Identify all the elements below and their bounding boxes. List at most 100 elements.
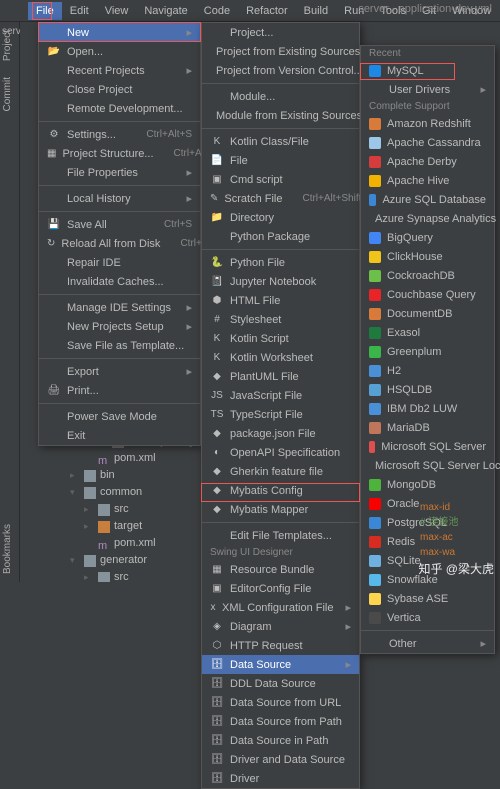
- menu-item[interactable]: 🗄Data Source from URL: [202, 693, 359, 712]
- menu-item[interactable]: Vertica: [361, 608, 494, 627]
- menu-item[interactable]: Microsoft SQL Server LocalDB: [361, 456, 494, 475]
- menu-item[interactable]: New▸: [39, 23, 200, 42]
- menu-file[interactable]: File: [28, 2, 62, 20]
- menu-item[interactable]: KKotlin Worksheet: [202, 348, 359, 367]
- tree-item[interactable]: ▸src: [84, 501, 200, 518]
- menu-item[interactable]: IBM Db2 LUW: [361, 399, 494, 418]
- menu-item[interactable]: 📄File: [202, 151, 359, 170]
- menu-edit[interactable]: Edit: [62, 2, 97, 20]
- menu-item[interactable]: ▣Cmd script: [202, 170, 359, 189]
- menu-item[interactable]: ▦Project Structure...Ctrl+Alt+Shift+S: [39, 144, 200, 163]
- menu-item[interactable]: 🗄Driver: [202, 769, 359, 788]
- menu-item[interactable]: ↻Reload All from DiskCtrl+Alt+Y: [39, 234, 200, 253]
- tool-tab-bookmarks[interactable]: Bookmarks: [0, 516, 15, 582]
- menu-item[interactable]: MongoDB: [361, 475, 494, 494]
- menu-item[interactable]: ▦Resource Bundle: [202, 560, 359, 579]
- menu-navigate[interactable]: Navigate: [136, 2, 195, 20]
- menu-item[interactable]: Azure Synapse Analytics: [361, 209, 494, 228]
- menu-build[interactable]: Build: [296, 2, 336, 20]
- menu-item[interactable]: ◈Diagram▸: [202, 617, 359, 636]
- menu-item[interactable]: ◆Mybatis Config: [202, 481, 359, 500]
- menu-item[interactable]: 🐍Python File: [202, 253, 359, 272]
- menu-item[interactable]: ◆package.json File: [202, 424, 359, 443]
- menu-item[interactable]: ◆Mybatis Mapper: [202, 500, 359, 519]
- tree-item[interactable]: ▾generator: [70, 552, 200, 569]
- menu-item[interactable]: DocumentDB: [361, 304, 494, 323]
- menu-item[interactable]: MariaDB: [361, 418, 494, 437]
- menu-item[interactable]: 📓Jupyter Notebook: [202, 272, 359, 291]
- menu-item[interactable]: ▣EditorConfig File: [202, 579, 359, 598]
- menu-item[interactable]: Close Project: [39, 80, 200, 99]
- menu-item[interactable]: New Projects Setup▸: [39, 317, 200, 336]
- menu-item[interactable]: KKotlin Class/File: [202, 132, 359, 151]
- menu-item[interactable]: HSQLDB: [361, 380, 494, 399]
- menu-item[interactable]: ◆Gherkin feature file: [202, 462, 359, 481]
- menu-item[interactable]: 🗄Driver and Data Source: [202, 750, 359, 769]
- tool-tab-commit[interactable]: Commit: [0, 69, 15, 119]
- menu-item[interactable]: ClickHouse: [361, 247, 494, 266]
- menu-item[interactable]: 🗄Data Source in Path: [202, 731, 359, 750]
- menu-item[interactable]: Module...: [202, 87, 359, 106]
- tree-item[interactable]: ▸src: [84, 569, 200, 582]
- tree-item[interactable]: mpom.xml: [84, 535, 200, 552]
- tree-item[interactable]: mpom.xml: [84, 450, 200, 467]
- menu-item[interactable]: ✎Scratch FileCtrl+Alt+Shift+Insert: [202, 189, 359, 208]
- menu-item[interactable]: Apache Hive: [361, 171, 494, 190]
- menu-item[interactable]: #Stylesheet: [202, 310, 359, 329]
- menu-item[interactable]: Amazon Redshift: [361, 114, 494, 133]
- menu-item[interactable]: Remote Development...: [39, 99, 200, 118]
- menu-item[interactable]: ⬢HTML File: [202, 291, 359, 310]
- menu-item[interactable]: KKotlin Script: [202, 329, 359, 348]
- menu-item[interactable]: 🗄Data Source▸: [202, 655, 359, 674]
- menu-item[interactable]: Project from Version Control...: [202, 61, 359, 80]
- menu-item[interactable]: Power Save Mode: [39, 407, 200, 426]
- tree-item[interactable]: ▾common: [70, 484, 200, 501]
- menu-item[interactable]: ⬡HTTP Request: [202, 636, 359, 655]
- menu-item[interactable]: xXML Configuration File▸: [202, 598, 359, 617]
- menu-view[interactable]: View: [97, 2, 137, 20]
- menu-item[interactable]: Save File as Template...: [39, 336, 200, 355]
- menu-item[interactable]: User Drivers▸: [361, 80, 494, 99]
- menu-item[interactable]: ◐OpenAPI Specification: [202, 443, 359, 462]
- menu-item[interactable]: Exit: [39, 426, 200, 445]
- menu-item[interactable]: H2: [361, 361, 494, 380]
- menu-item[interactable]: Sybase ASE: [361, 589, 494, 608]
- menu-item[interactable]: Azure SQL Database: [361, 190, 494, 209]
- tree-item[interactable]: ▸target: [84, 518, 200, 535]
- menu-item[interactable]: JSJavaScript File: [202, 386, 359, 405]
- menu-item[interactable]: Export▸: [39, 362, 200, 381]
- menu-item[interactable]: 🗄DDL Data Source: [202, 674, 359, 693]
- menu-item[interactable]: Microsoft SQL Server: [361, 437, 494, 456]
- menu-item[interactable]: Project...: [202, 23, 359, 42]
- menu-item[interactable]: Invalidate Caches...: [39, 272, 200, 291]
- menu-item[interactable]: Recent Projects▸: [39, 61, 200, 80]
- menu-item[interactable]: Module from Existing Sources...: [202, 106, 359, 125]
- menu-item[interactable]: Local History▸: [39, 189, 200, 208]
- menu-item[interactable]: Python Package: [202, 227, 359, 246]
- menu-item[interactable]: Edit File Templates...: [202, 526, 359, 545]
- menu-item[interactable]: Manage IDE Settings▸: [39, 298, 200, 317]
- menu-item[interactable]: 🗄Data Source from Path: [202, 712, 359, 731]
- menu-item[interactable]: TSTypeScript File: [202, 405, 359, 424]
- menu-item[interactable]: 💾Save AllCtrl+S: [39, 215, 200, 234]
- menu-item[interactable]: Exasol: [361, 323, 494, 342]
- menu-item[interactable]: 🖨Print...: [39, 381, 200, 400]
- menu-item[interactable]: MySQL: [361, 61, 494, 80]
- menu-item[interactable]: 📁Directory: [202, 208, 359, 227]
- menu-item[interactable]: Apache Cassandra: [361, 133, 494, 152]
- menu-item[interactable]: CockroachDB: [361, 266, 494, 285]
- menu-item[interactable]: Repair IDE: [39, 253, 200, 272]
- menu-item[interactable]: Couchbase Query: [361, 285, 494, 304]
- menu-item[interactable]: ⚙Settings...Ctrl+Alt+S: [39, 125, 200, 144]
- menu-item[interactable]: Other▸: [361, 634, 494, 653]
- menu-item[interactable]: 📂Open...: [39, 42, 200, 61]
- menu-item[interactable]: Greenplum: [361, 342, 494, 361]
- menu-item[interactable]: File Properties▸: [39, 163, 200, 182]
- menu-code[interactable]: Code: [196, 2, 238, 20]
- menu-refactor[interactable]: Refactor: [238, 2, 296, 20]
- menu-item[interactable]: Apache Derby: [361, 152, 494, 171]
- menu-item[interactable]: BigQuery: [361, 228, 494, 247]
- menu-item[interactable]: Project from Existing Sources...: [202, 42, 359, 61]
- tree-item[interactable]: ▸bin: [70, 467, 200, 484]
- menu-item[interactable]: ◆PlantUML File: [202, 367, 359, 386]
